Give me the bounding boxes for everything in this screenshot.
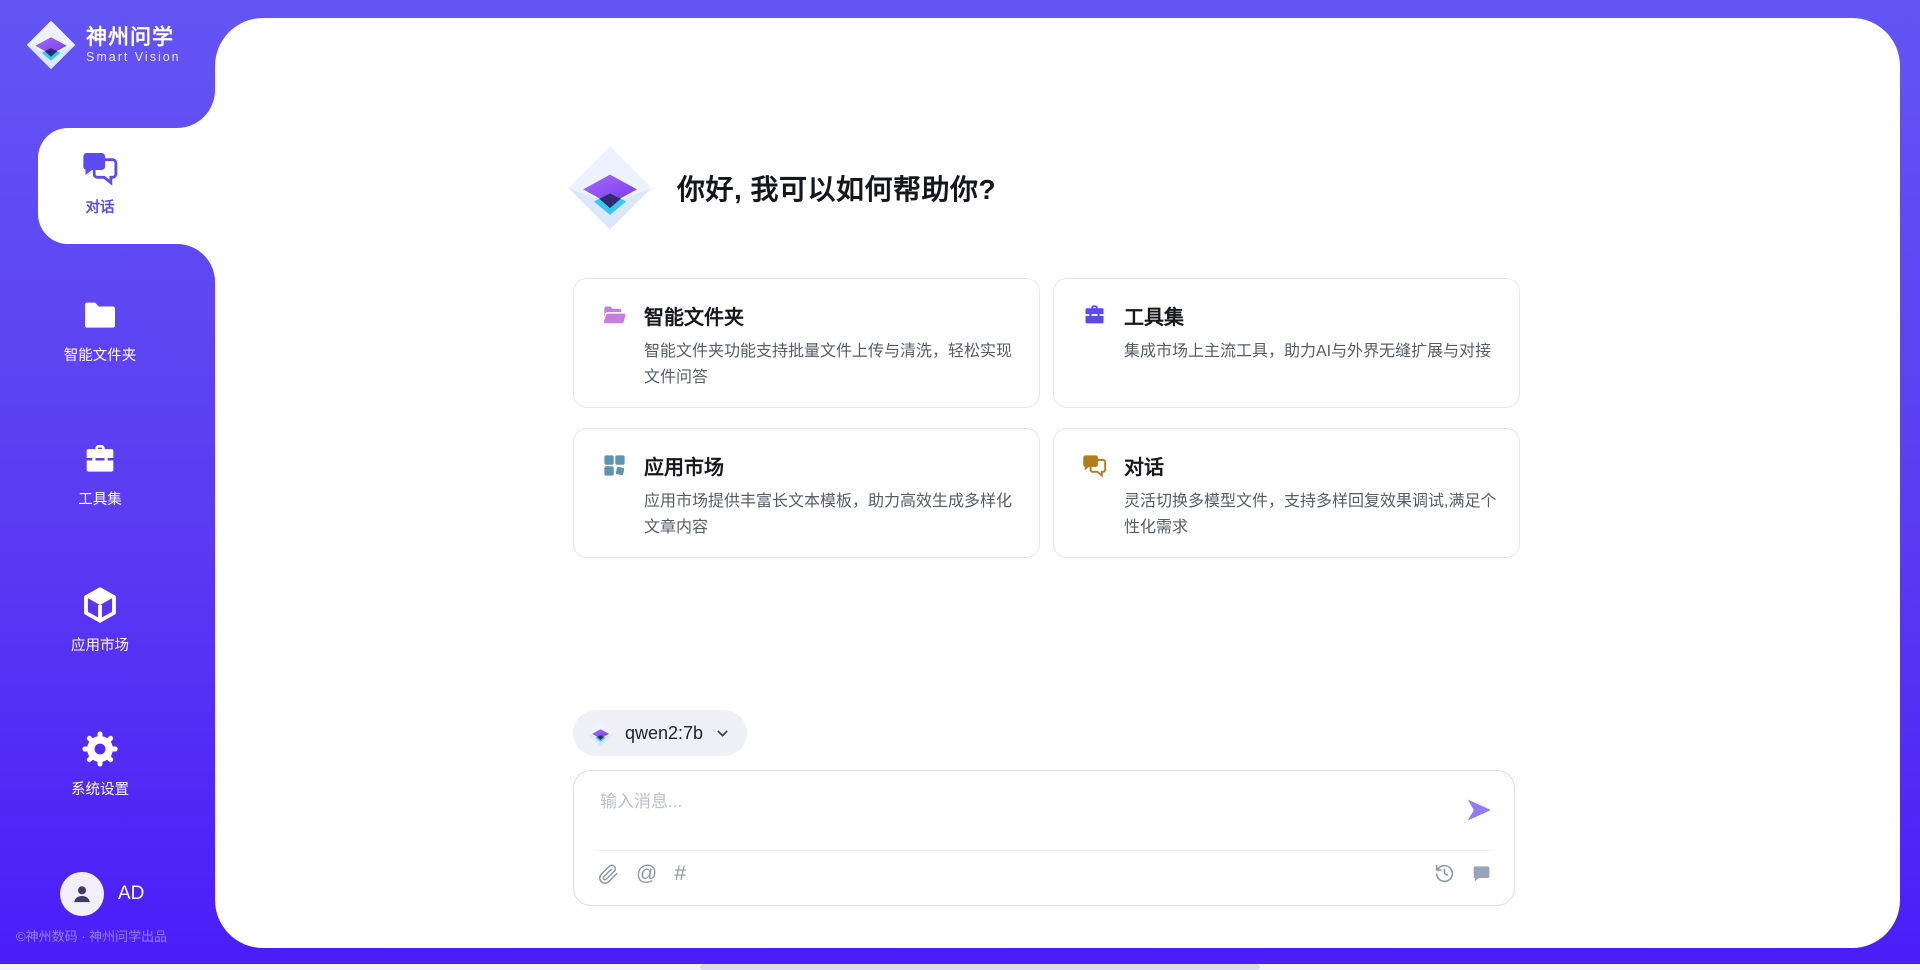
avatar <box>60 872 104 916</box>
chevron-down-icon <box>714 725 731 742</box>
card-title: 应用市场 <box>644 451 724 480</box>
assistant-logo-icon <box>567 145 653 231</box>
sidebar-item-label: 对话 <box>0 196 200 217</box>
sidebar-item-smart-folder[interactable]: 智能文件夹 <box>0 296 200 365</box>
brand-logo-icon <box>26 20 76 70</box>
card-title: 智能文件夹 <box>644 301 744 330</box>
card-description: 灵活切换多模型文件，支持多样回复效果调试,满足个性化需求 <box>1124 489 1506 541</box>
greeting: 你好, 我可以如何帮助你? <box>567 145 996 231</box>
sidebar-item-settings[interactable]: 系统设置 <box>0 728 200 799</box>
card-title: 工具集 <box>1124 301 1184 330</box>
history-icon[interactable] <box>1434 863 1455 884</box>
sidebar-footer: ©神州数码 · 神州问学出品 <box>16 926 167 945</box>
sidebar-item-label: 智能文件夹 <box>0 344 200 365</box>
card-description: 应用市场提供丰富长文本模板，助力高效生成多样化文章内容 <box>644 489 1026 541</box>
briefcase-icon <box>1081 302 1108 329</box>
card-smart-folder[interactable]: 智能文件夹 智能文件夹功能支持批量文件上传与清洗，轻松实现文件问答 <box>573 278 1040 408</box>
tab-fillet-top <box>177 90 215 128</box>
card-description: 集成市场上主流工具，助力AI与外界无缝扩展与对接 <box>1124 339 1506 365</box>
gear-icon <box>79 728 121 770</box>
send-icon[interactable] <box>1464 795 1494 825</box>
brand-name: 神州问学 <box>86 26 181 49</box>
chat-bubbles-icon <box>1081 452 1108 479</box>
sidebar-item-toolkit[interactable]: 工具集 <box>0 440 200 509</box>
card-description: 智能文件夹功能支持批量文件上传与清洗，轻松实现文件问答 <box>644 339 1026 391</box>
person-icon <box>69 881 95 907</box>
sidebar-item-chat[interactable]: 对话 <box>0 148 200 217</box>
mention-icon[interactable]: @ <box>636 863 657 885</box>
sidebar-item-label: 系统设置 <box>0 778 200 799</box>
main-content: 你好, 我可以如何帮助你? 智能文件夹 智能文件夹功能支持批量文件上传与清洗，轻… <box>215 18 1900 948</box>
app-grid-icon <box>601 452 628 479</box>
greeting-text: 你好, 我可以如何帮助你? <box>677 168 996 208</box>
message-composer: @ # <box>573 770 1515 906</box>
sidebar-item-label: 应用市场 <box>0 634 200 655</box>
briefcase-icon <box>80 440 120 480</box>
folder-icon <box>80 296 120 336</box>
model-name: qwen2:7b <box>625 723 703 744</box>
tab-fillet-bottom <box>177 244 215 282</box>
folder-open-icon <box>601 302 628 329</box>
sidebar-item-app-market[interactable]: 应用市场 <box>0 584 200 655</box>
brand: 神州问学 Smart Vision <box>26 20 181 70</box>
model-selector[interactable]: qwen2:7b <box>573 710 747 756</box>
app-window: 神州问学 Smart Vision 对话 智能文件夹 工具集 应用 <box>0 0 1920 970</box>
quick-phrase-icon[interactable] <box>1471 863 1492 884</box>
message-input[interactable] <box>598 785 1442 847</box>
composer-divider <box>596 850 1492 851</box>
user-initials: AD <box>118 883 144 905</box>
card-chat[interactable]: 对话 灵活切换多模型文件，支持多样回复效果调试,满足个性化需求 <box>1053 428 1520 558</box>
user-profile[interactable]: AD <box>60 872 144 916</box>
card-app-market[interactable]: 应用市场 应用市场提供丰富长文本模板，助力高效生成多样化文章内容 <box>573 428 1040 558</box>
chat-bubbles-icon <box>80 148 120 188</box>
sidebar-item-label: 工具集 <box>0 488 200 509</box>
scrollbar-thumb[interactable] <box>700 964 1260 970</box>
hashtag-icon[interactable]: # <box>674 863 686 885</box>
horizontal-scrollbar[interactable] <box>0 964 1920 970</box>
brand-subtitle: Smart Vision <box>86 50 181 64</box>
card-toolkit[interactable]: 工具集 集成市场上主流工具，助力AI与外界无缝扩展与对接 <box>1053 278 1520 408</box>
card-title: 对话 <box>1124 451 1164 480</box>
model-logo-icon <box>587 720 614 747</box>
paperclip-icon[interactable] <box>598 864 619 885</box>
cube-icon <box>79 584 121 626</box>
